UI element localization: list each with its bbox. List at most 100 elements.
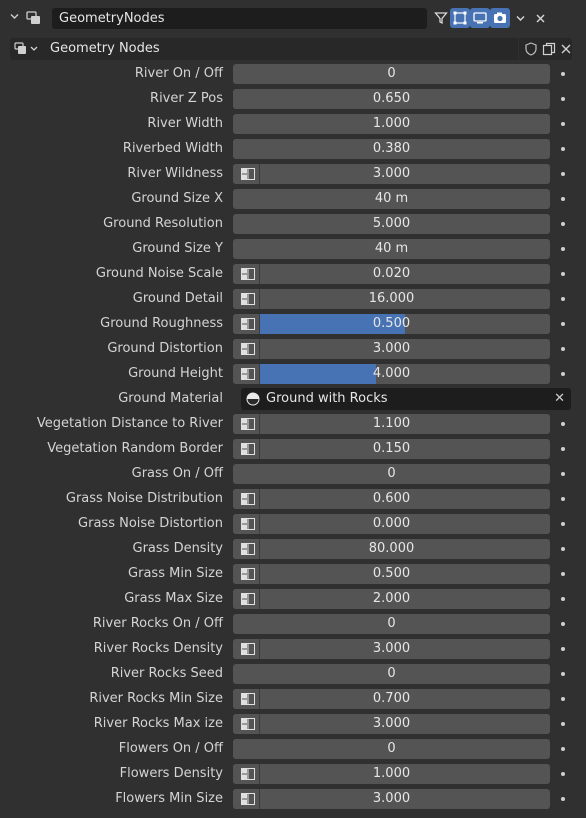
param-value-field[interactable]: 0.500 [233, 314, 550, 334]
keyframe-dot-icon[interactable] [561, 747, 565, 751]
keyframe-dot-icon[interactable] [561, 722, 565, 726]
keyframe-dot-icon[interactable] [561, 572, 565, 576]
param-value-field[interactable]: 0 [233, 464, 550, 484]
param-value-field[interactable]: 40 m [233, 189, 550, 209]
param-label: Grass Min Size [128, 566, 223, 581]
keyframe-dot-icon[interactable] [561, 497, 565, 501]
realtime-viewport-icon[interactable] [470, 8, 490, 28]
keyframe-dot-icon[interactable] [561, 797, 565, 801]
keyframe-dot-icon[interactable] [561, 522, 565, 526]
param-value-field[interactable]: 1.000 [233, 114, 550, 134]
keyframe-dot-icon[interactable] [561, 197, 565, 201]
param-value-field[interactable]: 3.000 [233, 339, 550, 359]
node-tree-browse-icon[interactable] [10, 38, 43, 60]
keyframe-dot-icon[interactable] [561, 72, 565, 76]
param-row-grass-on-off: Grass On / Off 0 [0, 464, 586, 484]
modifier-name-field[interactable]: GeometryNodes [52, 8, 427, 29]
param-label: Grass Max Size [124, 591, 223, 606]
node-group-selector: Geometry Nodes [10, 38, 572, 60]
param-value-field[interactable]: 1.000 [233, 764, 550, 784]
param-value-field[interactable]: 0.000 [233, 514, 550, 534]
param-value-field[interactable]: 0.380 [233, 139, 550, 159]
render-camera-icon[interactable] [490, 8, 510, 28]
unlink-icon[interactable] [558, 41, 574, 57]
param-value-field[interactable]: 80.000 [233, 539, 550, 559]
keyframe-dot-icon[interactable] [561, 172, 565, 176]
clear-material-icon[interactable]: ✕ [554, 388, 565, 410]
keyframe-dot-icon[interactable] [561, 672, 565, 676]
duplicate-icon[interactable] [541, 41, 557, 57]
param-value-field[interactable]: 0.700 [233, 689, 550, 709]
edit-mode-icon[interactable] [450, 8, 470, 28]
param-row-river-rocks-seed: River Rocks Seed 0 [0, 664, 586, 684]
keyframe-dot-icon[interactable] [561, 472, 565, 476]
param-value: 4.000 [372, 366, 411, 381]
param-row-vegetation-distance-to-river: Vegetation Distance to River 1.100 [0, 414, 586, 434]
material-sphere-icon [246, 392, 260, 406]
param-value-field[interactable]: 0 [233, 739, 550, 759]
param-value-field[interactable]: 40 m [233, 239, 550, 259]
keyframe-dot-icon[interactable] [561, 697, 565, 701]
dropdown-chevron-icon[interactable] [510, 8, 530, 28]
param-row-river-rocks-min-size: River Rocks Min Size 0.700 [0, 689, 586, 709]
keyframe-dot-icon[interactable] [561, 222, 565, 226]
param-row-river-rocks-density: River Rocks Density 3.000 [0, 639, 586, 659]
param-value-field[interactable]: 5.000 [233, 214, 550, 234]
param-value-field[interactable]: 0 [233, 64, 550, 84]
keyframe-dot-icon[interactable] [561, 597, 565, 601]
param-value-field[interactable]: 2.000 [233, 589, 550, 609]
keyframe-dot-icon[interactable] [561, 122, 565, 126]
keyframe-dot-icon[interactable] [561, 147, 565, 151]
param-label: Ground Height [128, 366, 223, 381]
modifier-header: GeometryNodes [0, 0, 586, 37]
keyframe-dot-icon[interactable] [561, 297, 565, 301]
close-icon[interactable] [530, 8, 550, 28]
param-label: Ground Noise Scale [95, 266, 223, 281]
keyframe-dot-icon[interactable] [561, 372, 565, 376]
param-value-field[interactable]: 3.000 [233, 789, 550, 809]
param-value-field[interactable]: 0 [233, 614, 550, 634]
param-value: 0 [387, 66, 396, 81]
keyframe-dot-icon[interactable] [561, 622, 565, 626]
keyframe-dot-icon[interactable] [561, 772, 565, 776]
keyframe-dot-icon[interactable] [561, 322, 565, 326]
param-row-ground-size-y: Ground Size Y 40 m [0, 239, 586, 259]
material-selector[interactable]: Ground with Rocks ✕ [241, 388, 571, 410]
node-group-name[interactable]: Geometry Nodes [43, 38, 518, 60]
param-label: Grass Noise Distortion [78, 516, 223, 531]
param-value-field[interactable]: 0.500 [233, 564, 550, 584]
param-row-flowers-min-size: Flowers Min Size 3.000 [0, 789, 586, 809]
keyframe-dot-icon[interactable] [561, 272, 565, 276]
param-row-river-wildness: River Wildness 3.000 [0, 164, 586, 184]
keyframe-dot-icon[interactable] [561, 547, 565, 551]
param-value-field[interactable]: 0.600 [233, 489, 550, 509]
param-value-field[interactable]: 0.650 [233, 89, 550, 109]
param-value-field[interactable]: 1.100 [233, 414, 550, 434]
fake-user-shield-icon[interactable] [523, 41, 539, 57]
keyframe-dot-icon[interactable] [561, 247, 565, 251]
param-label: River Rocks Min Size [89, 691, 223, 706]
param-value-field[interactable]: 3.000 [233, 164, 550, 184]
keyframe-dot-icon[interactable] [561, 447, 565, 451]
param-value-field[interactable]: 3.000 [233, 639, 550, 659]
filter-funnel-icon[interactable] [431, 8, 451, 28]
expand-chevron-icon[interactable] [9, 11, 20, 25]
param-value-field[interactable]: 16.000 [233, 289, 550, 309]
param-value-field[interactable]: 0.020 [233, 264, 550, 284]
param-label: Flowers On / Off [118, 741, 223, 756]
param-value-field[interactable]: 0 [233, 664, 550, 684]
param-row-ground-noise-scale: Ground Noise Scale 0.020 [0, 264, 586, 284]
param-value-field[interactable]: 0.150 [233, 439, 550, 459]
param-value: 0.700 [372, 691, 411, 706]
keyframe-dot-icon[interactable] [561, 347, 565, 351]
keyframe-dot-icon[interactable] [561, 422, 565, 426]
param-value-field[interactable]: 3.000 [233, 714, 550, 734]
keyframe-dot-icon[interactable] [561, 97, 565, 101]
param-value: 0.600 [372, 491, 411, 506]
param-value-field[interactable]: 4.000 [233, 364, 550, 384]
param-value: 2.000 [372, 591, 411, 606]
keyframe-dot-icon[interactable] [561, 647, 565, 651]
param-row-ground-roughness: Ground Roughness 0.500 [0, 314, 586, 334]
param-value: 0 [387, 466, 396, 481]
param-row-grass-noise-distortion: Grass Noise Distortion 0.000 [0, 514, 586, 534]
